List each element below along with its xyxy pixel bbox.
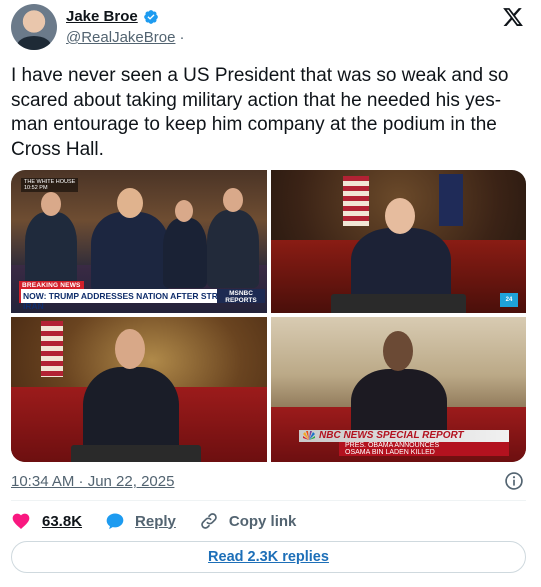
copy-link-button[interactable]: Copy link [199, 511, 297, 531]
nbc-subtitle: PRES. OBAMA ANNOUNCES OSAMA BIN LADEN KI… [339, 442, 509, 456]
person-head [175, 200, 193, 222]
author-name-row: Jake Broe [66, 8, 159, 25]
msnbc-logo: MSNBC REPORTS [217, 289, 265, 304]
reply-bubble-icon [106, 513, 124, 530]
nbc-banner: NBC NEWS SPECIAL REPORT PRES. OBAMA ANNO… [299, 430, 509, 456]
media-image-4[interactable]: NBC NEWS SPECIAL REPORT PRES. OBAMA ANNO… [271, 317, 526, 462]
person-figure [91, 212, 169, 292]
person-figure [207, 210, 259, 288]
person-head [383, 331, 413, 371]
like-button[interactable]: 63.8K [11, 511, 82, 531]
tweet-text: I have never seen a US President that wa… [11, 65, 514, 160]
person-figure [163, 218, 207, 288]
avatar[interactable] [11, 4, 57, 50]
person-figure [25, 212, 77, 287]
read-replies-button[interactable]: Read 2.3K replies [11, 541, 526, 573]
tweet-timestamp[interactable]: 10:34 AM · Jun 22, 2025 [11, 473, 174, 490]
media-image-2[interactable]: 24 [271, 170, 526, 313]
podium [71, 445, 201, 462]
france24-logo: 24 [500, 293, 518, 307]
media-image-1[interactable]: THE WHITE HOUSE 10:52 PM BREAKING NEWS N… [11, 170, 267, 313]
flag [41, 321, 63, 377]
tweet-header: Jake Broe @RealJakeBroe · [0, 0, 541, 56]
person-head [223, 188, 243, 212]
copy-link-label: Copy link [228, 512, 297, 530]
media-image-3[interactable] [11, 317, 267, 462]
verified-badge-icon [143, 9, 158, 24]
ticker-accent [19, 289, 21, 303]
corner-tag: THE WHITE HOUSE 10:52 PM [21, 178, 79, 192]
person-head [41, 192, 61, 216]
author-handle[interactable]: @RealJakeBroe [66, 29, 175, 46]
heart-icon [12, 513, 30, 529]
person-head [117, 188, 143, 218]
link-icon [201, 513, 217, 529]
podium [331, 294, 466, 313]
x-logo-icon[interactable] [502, 6, 524, 28]
person-head [115, 329, 145, 369]
flag [439, 174, 463, 226]
reply-label[interactable]: Reply [135, 513, 176, 530]
nbc-peacock-icon [303, 431, 315, 440]
info-icon[interactable] [504, 471, 524, 491]
author-name[interactable]: Jake Broe [66, 8, 138, 25]
like-count[interactable]: 63.8K [42, 513, 82, 530]
reply-button[interactable]: Reply [105, 511, 176, 531]
action-bar: 63.8K Reply Copy link [11, 509, 526, 533]
nbc-special-report-title: NBC NEWS SPECIAL REPORT [299, 430, 509, 442]
media-grid[interactable]: THE WHITE HOUSE 10:52 PM BREAKING NEWS N… [11, 170, 526, 462]
author-handle-row: @RealJakeBroe · [66, 29, 184, 46]
person-head [385, 198, 415, 234]
flag [343, 176, 369, 226]
divider [11, 500, 526, 501]
handle-separator: · [179, 29, 185, 46]
